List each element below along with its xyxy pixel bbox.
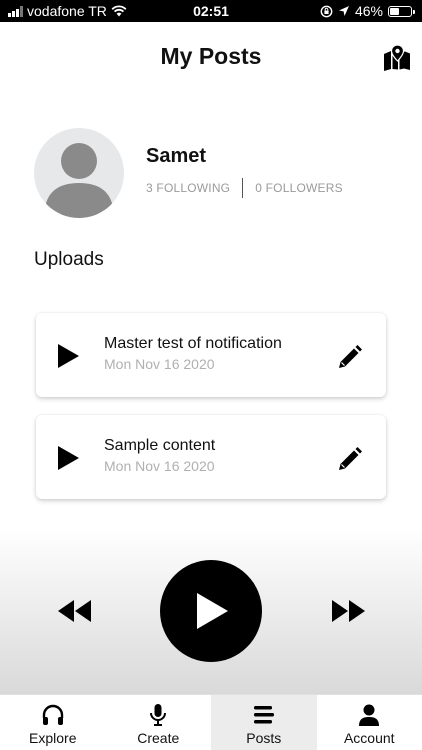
main-play-button[interactable]: [160, 560, 262, 662]
upload-title: Master test of notification: [104, 335, 282, 352]
edit-button[interactable]: [336, 343, 364, 371]
pencil-icon: [339, 447, 362, 470]
user-name: Samet: [146, 145, 207, 167]
wifi-icon: [111, 5, 127, 17]
pencil-icon: [339, 345, 362, 368]
tab-label: Explore: [29, 730, 77, 746]
uploads-heading: Uploads: [34, 249, 104, 270]
microphone-icon: [150, 704, 167, 726]
header: My Posts: [0, 22, 422, 92]
tab-posts[interactable]: Posts: [211, 695, 317, 750]
tab-explore[interactable]: Explore: [0, 695, 106, 750]
status-left: vodafone TR: [8, 3, 127, 19]
rewind-button[interactable]: [57, 599, 93, 623]
play-button[interactable]: [56, 445, 80, 471]
upload-date: Mon Nov 16 2020: [104, 356, 215, 372]
headphones-icon: [42, 704, 63, 725]
status-bar: vodafone TR 02:51 46%: [0, 0, 422, 22]
play-icon: [58, 446, 79, 470]
user-silhouette-icon: [44, 143, 114, 218]
tab-create[interactable]: Create: [106, 695, 212, 750]
fast-forward-button[interactable]: [330, 599, 366, 623]
location-arrow-icon: [338, 6, 349, 16]
play-icon: [58, 344, 79, 368]
user-icon: [359, 704, 380, 726]
tab-bar: Explore Create Posts Account: [0, 694, 422, 750]
page-title: My Posts: [160, 43, 262, 69]
rewind-icon: [58, 600, 91, 622]
tab-label: Posts: [246, 730, 282, 746]
avatar: [34, 128, 124, 218]
followers-count[interactable]: 0 FOLLOWERS: [255, 181, 343, 195]
rotation-lock-icon: [320, 5, 333, 17]
upload-date: Mon Nov 16 2020: [104, 458, 215, 474]
stats-divider: [242, 178, 244, 198]
upload-card[interactable]: Sample content Mon Nov 16 2020: [36, 415, 386, 499]
map-button[interactable]: [382, 44, 412, 71]
fast-forward-icon: [332, 600, 365, 622]
map-marker-icon: [384, 44, 410, 71]
following-count[interactable]: 3 FOLLOWING: [146, 181, 230, 195]
battery-percent: 46%: [354, 3, 383, 19]
battery-icon: [388, 5, 415, 17]
profile-stats: 3 FOLLOWING 0 FOLLOWERS: [146, 178, 343, 198]
list-icon: [253, 706, 274, 724]
carrier-name: vodafone TR: [27, 3, 107, 19]
audio-player: [0, 528, 422, 694]
upload-title: Sample content: [104, 437, 216, 454]
tab-account[interactable]: Account: [317, 695, 422, 750]
tab-label: Create: [137, 730, 180, 746]
status-right: 46%: [320, 3, 415, 19]
play-icon: [197, 593, 228, 629]
edit-button[interactable]: [336, 445, 364, 473]
upload-card[interactable]: Master test of notification Mon Nov 16 2…: [36, 313, 386, 397]
tab-label: Account: [343, 730, 395, 746]
signal-icon: [8, 5, 23, 17]
play-button[interactable]: [56, 343, 80, 369]
